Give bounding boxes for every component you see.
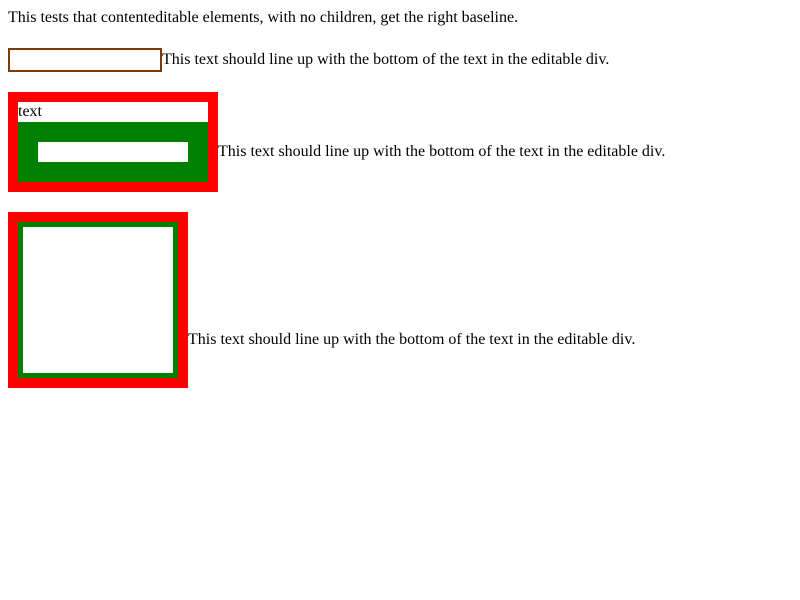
editable-div-empty[interactable] <box>8 48 162 72</box>
editable-div-large[interactable] <box>8 212 188 388</box>
editable-div-with-text[interactable]: text <box>8 92 218 192</box>
row2-caption: This text should line up with the bottom… <box>218 143 666 160</box>
row3-caption: This text should line up with the bottom… <box>188 331 636 348</box>
editable-text-line[interactable]: text <box>18 102 208 122</box>
editable-text-content: text <box>18 103 42 120</box>
intro-text: This tests that contenteditable elements… <box>8 9 519 26</box>
row1-caption: This text should line up with the bottom… <box>162 51 610 68</box>
nested-editable-div-large[interactable] <box>23 227 173 373</box>
nested-editable-div[interactable] <box>38 142 188 162</box>
